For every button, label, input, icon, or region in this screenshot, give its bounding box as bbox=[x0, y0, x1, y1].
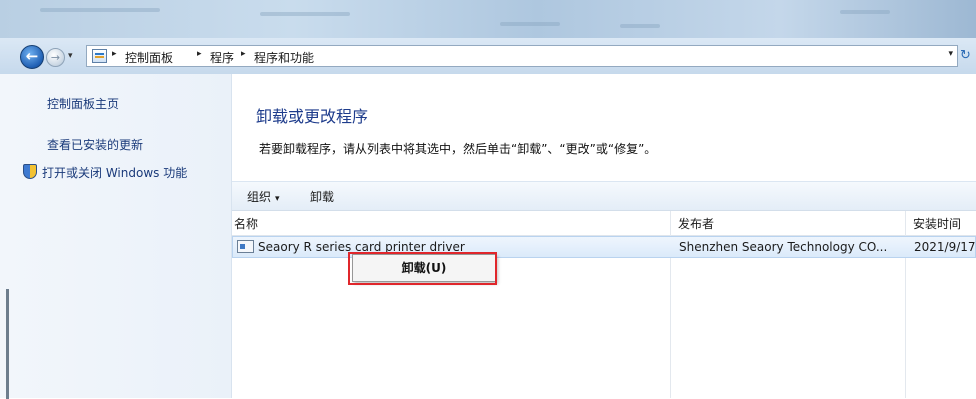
organize-dropdown-icon: ▾ bbox=[275, 194, 280, 204]
title-bar-blur bbox=[40, 8, 160, 12]
instructions-text: 若要卸载程序，请从列表中将其选中，然后单击“卸载”、“更改”或“修复”。 bbox=[259, 142, 657, 156]
forward-arrow-icon: → bbox=[50, 51, 61, 64]
window-title-bar bbox=[0, 0, 976, 38]
table-row[interactable]: Seaory R series card printer driver Shen… bbox=[232, 236, 976, 258]
title-bar-blur bbox=[500, 22, 560, 26]
organize-button[interactable]: 组织 ▾ bbox=[247, 188, 280, 205]
address-bar[interactable]: ▸ 控制面板 ▸ 程序 ▸ 程序和功能 ▾ bbox=[86, 45, 958, 67]
breadcrumb-separator-icon[interactable]: ▸ bbox=[197, 49, 202, 59]
program-install-date: 2021/9/17 bbox=[914, 240, 976, 254]
control-panel-home-link[interactable]: 控制面板主页 bbox=[47, 95, 119, 112]
navigation-bar: ← → ▾ ▸ 控制面板 ▸ 程序 ▸ 程序和功能 ▾ bbox=[0, 38, 976, 74]
breadcrumb-separator-icon[interactable]: ▸ bbox=[112, 49, 117, 59]
breadcrumb-control-panel[interactable]: 控制面板 bbox=[125, 49, 173, 66]
task-pane: 控制面板主页 查看已安装的更新 打开或关闭 Windows 功能 bbox=[0, 74, 232, 399]
list-header: 名称 发布者 安装时间 bbox=[232, 211, 976, 236]
view-installed-updates-link[interactable]: 查看已安装的更新 bbox=[47, 136, 143, 153]
shield-icon bbox=[23, 164, 37, 179]
window-edge bbox=[6, 289, 9, 399]
breadcrumb-programs[interactable]: 程序 bbox=[210, 49, 234, 66]
column-header-name[interactable]: 名称 bbox=[234, 215, 258, 232]
uninstall-toolbar-button[interactable]: 卸载 bbox=[310, 188, 334, 205]
control-panel-icon bbox=[92, 49, 107, 63]
breadcrumb-separator-icon[interactable]: ▸ bbox=[241, 49, 246, 59]
refresh-icon[interactable]: ↻ bbox=[960, 42, 976, 70]
column-header-publisher[interactable]: 发布者 bbox=[678, 215, 714, 232]
program-publisher: Shenzhen Seaory Technology CO... bbox=[679, 240, 888, 254]
highlight-annotation bbox=[348, 252, 497, 285]
program-icon bbox=[237, 240, 254, 253]
organize-label: 组织 bbox=[247, 190, 272, 204]
recent-pages-dropdown-icon[interactable]: ▾ bbox=[68, 50, 80, 62]
command-toolbar: 组织 ▾ 卸载 bbox=[232, 181, 976, 211]
title-bar-blur bbox=[260, 12, 350, 16]
address-history-dropdown-icon[interactable]: ▾ bbox=[948, 49, 953, 59]
back-arrow-icon: ← bbox=[25, 47, 39, 65]
title-bar-blur bbox=[620, 24, 660, 28]
column-header-installed-on[interactable]: 安装时间 bbox=[913, 215, 961, 232]
windows-features-link[interactable]: 打开或关闭 Windows 功能 bbox=[42, 164, 187, 181]
forward-button[interactable]: → bbox=[46, 48, 65, 67]
breadcrumb-programs-and-features[interactable]: 程序和功能 bbox=[254, 49, 314, 66]
page-title: 卸载或更改程序 bbox=[256, 107, 369, 126]
title-bar-blur bbox=[840, 10, 890, 14]
back-button[interactable]: ← bbox=[20, 45, 44, 69]
